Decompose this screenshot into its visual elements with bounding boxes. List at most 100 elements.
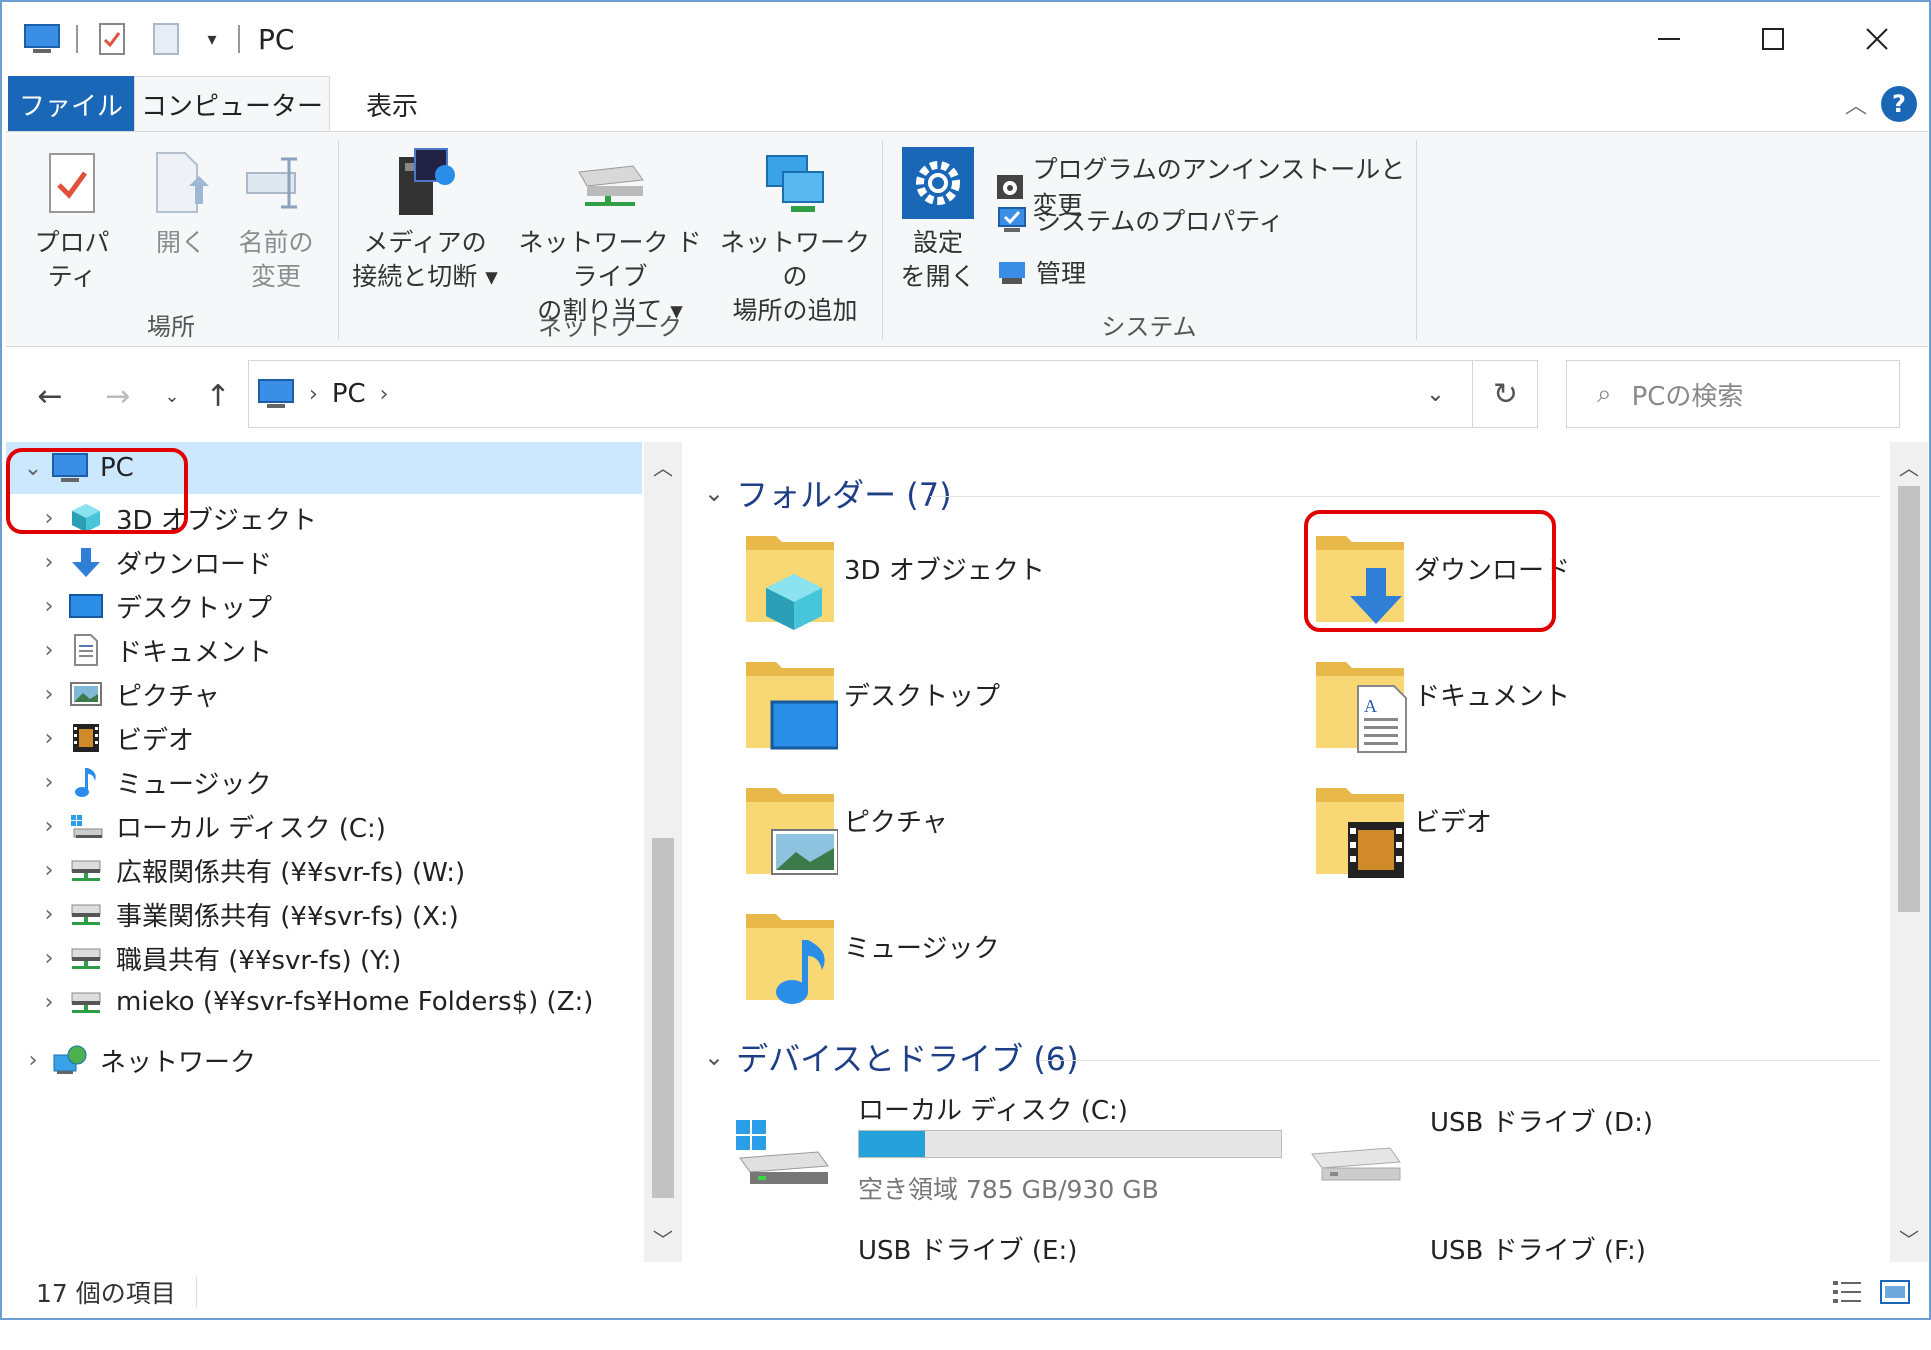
usb-drive-icon — [1304, 1114, 1404, 1198]
folder-item[interactable]: ビデオ — [1312, 778, 1832, 888]
media-connect-label-line1: メディアの — [363, 228, 487, 257]
tab-computer[interactable]: コンピューター — [134, 76, 330, 132]
rename-label-line2: 変更 — [250, 262, 301, 291]
music-icon — [64, 762, 108, 802]
drive-item[interactable]: USB ドライブ (D:) — [1304, 1102, 1864, 1222]
scroll-up-icon[interactable]: ︿ — [1890, 448, 1928, 484]
collapse-ribbon-icon[interactable]: ︿ — [1845, 88, 1867, 120]
expand-chevron-icon[interactable]: › — [34, 858, 64, 883]
properties-button[interactable]: プロパティ — [22, 144, 122, 294]
status-bar: 17 個の項目 — [2, 1266, 1929, 1318]
navigation-pane-scrollbar[interactable]: ︿ ﹀ — [644, 442, 682, 1262]
breadcrumb-chevron-icon[interactable]: › — [380, 382, 389, 407]
maximize-button[interactable] — [1721, 2, 1825, 76]
document-icon — [64, 630, 108, 670]
drives-header-label: デバイスとドライブ (6) — [736, 1040, 1079, 1078]
open-button[interactable]: 開く — [146, 144, 216, 260]
open-settings-button[interactable]: 設定 を開く — [898, 144, 978, 294]
tree-item-label: ドキュメント — [116, 637, 273, 668]
drive-usage-fill — [859, 1131, 925, 1157]
network-location-icon — [761, 144, 829, 222]
media-connect-button[interactable]: メディアの 接続と切断 ▾ — [350, 144, 500, 294]
forward-arrow-icon[interactable]: → — [98, 372, 138, 420]
collapse-chevron-icon[interactable]: ⌄ — [704, 1043, 724, 1071]
svg-text:A: A — [1364, 696, 1377, 716]
tab-view[interactable]: 表示 — [332, 76, 452, 132]
view-switcher — [1817, 1276, 1913, 1308]
customize-toolbar-dropdown-icon[interactable]: ▾ — [200, 19, 224, 59]
back-arrow-icon[interactable]: ← — [30, 372, 70, 420]
scroll-thumb[interactable] — [1898, 486, 1920, 912]
up-arrow-icon[interactable]: ↑ — [198, 372, 238, 420]
group-separator — [338, 140, 339, 340]
network-drive-icon — [64, 850, 108, 890]
network-drive-icon — [64, 982, 108, 1022]
folder-item[interactable]: A ドキュメント — [1312, 652, 1832, 762]
expand-chevron-icon[interactable]: › — [34, 814, 64, 839]
tree-item-label: ピクチャ — [116, 681, 220, 712]
tree-item-label: デスクトップ — [116, 593, 273, 624]
add-network-location-button[interactable]: ネットワークの 場所の追加 — [720, 144, 870, 328]
large-icons-view-icon[interactable] — [1877, 1276, 1913, 1308]
desktop-icon — [64, 586, 108, 626]
expand-chevron-icon[interactable]: › — [34, 902, 64, 927]
collapse-chevron-icon[interactable]: ⌄ — [704, 479, 724, 507]
expand-chevron-icon[interactable]: › — [18, 1048, 48, 1073]
scroll-down-icon[interactable]: ﹀ — [1890, 1220, 1928, 1256]
search-box[interactable]: ⌕ PCの検索 — [1566, 360, 1900, 428]
expand-chevron-icon[interactable]: › — [34, 638, 64, 663]
item-count: 17 個の項目 — [36, 1279, 176, 1308]
rename-button[interactable]: 名前の 変更 — [226, 144, 326, 294]
folder-item[interactable]: ミュージック — [742, 904, 1262, 1014]
manage-button[interactable]: 管理 — [994, 254, 1086, 290]
drives-section-header[interactable]: ⌄ デバイスとドライブ (6) — [704, 1032, 1880, 1082]
address-history-dropdown-icon[interactable]: ⌄ — [1401, 361, 1469, 427]
close-button[interactable] — [1825, 2, 1929, 76]
highlight-downloads-folder — [1304, 510, 1556, 632]
folder-item[interactable]: 3D オブジェクト — [742, 526, 1262, 636]
properties-icon — [47, 144, 97, 222]
recent-locations-chevron-icon[interactable]: ⌄ — [152, 372, 192, 420]
folders-section-header[interactable]: ⌄ フォルダー (7) — [704, 468, 1880, 518]
system-properties-button[interactable]: システムのプロパティ — [994, 202, 1284, 238]
system-properties-label: システムのプロパティ — [1036, 207, 1284, 236]
ribbon-group-network: メディアの 接続と切断 ▾ ネットワーク ドライブ の割り当て ▾ ネットワーク… — [340, 132, 880, 348]
refresh-icon[interactable]: ↻ — [1472, 360, 1538, 428]
breadcrumb-pc[interactable]: PC — [332, 379, 366, 409]
network-drive-icon — [64, 894, 108, 934]
properties-label: プロパティ — [34, 228, 110, 291]
tab-file[interactable]: ファイル — [8, 76, 134, 132]
pc-icon[interactable] — [22, 19, 62, 59]
map-network-drive-button[interactable]: ネットワーク ドライブ の割り当て ▾ — [510, 144, 710, 328]
expand-chevron-icon[interactable]: › — [34, 726, 64, 751]
address-bar[interactable]: › PC › ⌄ — [248, 360, 1538, 428]
expand-chevron-icon[interactable]: › — [34, 550, 64, 575]
manage-label: 管理 — [1036, 259, 1087, 288]
expand-chevron-icon[interactable]: › — [34, 990, 64, 1015]
details-view-icon[interactable] — [1829, 1276, 1865, 1308]
help-icon[interactable]: ? — [1881, 86, 1917, 122]
folder-item[interactable]: デスクトップ — [742, 652, 1262, 762]
expand-chevron-icon[interactable]: › — [34, 946, 64, 971]
new-folder-icon[interactable] — [146, 19, 186, 59]
scroll-down-icon[interactable]: ﹀ — [644, 1220, 682, 1256]
group-separator — [1416, 140, 1417, 340]
folder-item[interactable]: ピクチャ — [742, 778, 1262, 888]
navigation-pane: ⌄ PC › 3D オブジェクト › ダウンロード › デスクトップ › ドキュメント › ピクチャ ›… — [6, 442, 646, 1262]
breadcrumb-chevron-icon[interactable]: › — [309, 382, 318, 407]
drive-item[interactable]: ローカル ディスク (C:) 空き領域 785 GB/930 GB — [732, 1090, 1292, 1210]
expand-chevron-icon[interactable]: › — [34, 682, 64, 707]
scroll-up-icon[interactable]: ︿ — [644, 448, 682, 484]
scroll-thumb[interactable] — [652, 838, 674, 1198]
tree-item[interactable]: › mieko (¥¥svr-fs¥Home Folders$) (Z:) — [6, 976, 646, 1028]
expand-chevron-icon[interactable]: › — [34, 594, 64, 619]
expand-chevron-icon[interactable]: › — [34, 770, 64, 795]
content-pane-scrollbar[interactable]: ︿ ﹀ — [1890, 442, 1928, 1262]
highlight-pc-tree-item — [6, 448, 188, 534]
properties-icon[interactable] — [92, 19, 132, 59]
tree-item[interactable]: › ネットワーク — [6, 1034, 646, 1086]
minimize-button[interactable] — [1617, 2, 1721, 76]
tree-item-label: 広報関係共有 (¥¥svr-fs) (W:) — [116, 857, 466, 888]
ribbon-group-label-location: 場所 — [147, 313, 195, 341]
drive-usage-bar — [858, 1130, 1282, 1158]
